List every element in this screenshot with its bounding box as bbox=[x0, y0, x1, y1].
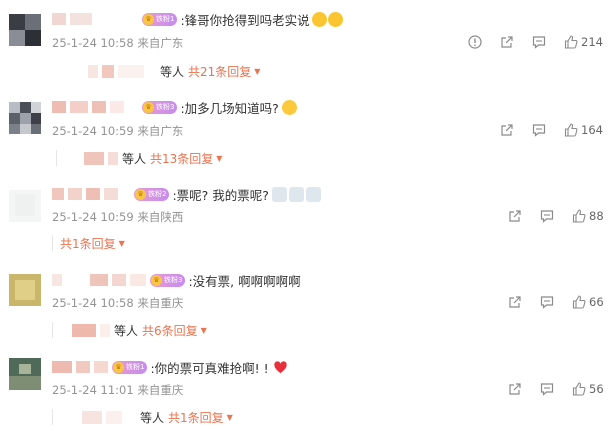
avatar[interactable] bbox=[9, 102, 41, 134]
comment-meta: 25-1-24 10:59 来自广东 bbox=[52, 124, 184, 138]
laughing-crying-emoji bbox=[327, 11, 343, 27]
comment-content: ♛ 铁粉3 :没有票, 啊啊啊啊啊 bbox=[52, 270, 301, 290]
avatar[interactable] bbox=[9, 274, 41, 306]
username[interactable] bbox=[52, 361, 72, 373]
thumbs-up-icon[interactable] bbox=[572, 209, 586, 223]
red-heart-emoji bbox=[273, 360, 288, 375]
comment-content: ♛ 铁粉1 :锋哥你抢得到吗老实说 bbox=[52, 9, 343, 29]
comment-meta: 25-1-24 10:58 来自广东 bbox=[52, 36, 184, 50]
reply-others: 等人 bbox=[140, 410, 165, 425]
fan-badge-icon: ♛ 铁粉1 bbox=[112, 360, 148, 374]
thumbs-up-icon[interactable] bbox=[564, 35, 578, 49]
comment-actions: 88 bbox=[508, 207, 604, 225]
microphone-emoji bbox=[271, 186, 287, 202]
fan-badge-icon: ♛ 铁粉1 bbox=[142, 12, 178, 26]
comment-meta: 25-1-24 10:59 来自陕西 bbox=[52, 210, 184, 224]
like-count: 56 bbox=[589, 382, 604, 396]
like-count: 164 bbox=[581, 123, 603, 137]
comment-text: :没有票, 啊啊啊啊啊 bbox=[188, 273, 301, 289]
reply-divider bbox=[52, 235, 53, 251]
comment-text: :票呢? 我的票呢? bbox=[172, 187, 269, 203]
microphone-emoji bbox=[288, 186, 304, 202]
reply-summary[interactable]: 等人 共21条回复 ▼ bbox=[88, 62, 260, 80]
like-count: 66 bbox=[589, 295, 604, 309]
comment-content: ♛ 铁粉3 :加多几场知道吗? bbox=[52, 97, 297, 117]
microphone-emoji bbox=[305, 186, 321, 202]
avatar[interactable] bbox=[9, 358, 41, 390]
chevron-down-icon[interactable]: ▼ bbox=[227, 413, 233, 422]
thumbs-up-icon[interactable] bbox=[572, 295, 586, 309]
avatar[interactable] bbox=[9, 190, 41, 222]
username[interactable] bbox=[52, 188, 64, 200]
fan-badge-icon: ♛ 铁粉3 bbox=[142, 100, 178, 114]
reply-summary[interactable]: 等人 共1条回复 ▼ bbox=[52, 408, 233, 426]
comment-item: ♛ 铁粉3 :没有票, 啊啊啊啊啊 25-1-24 10:58 来自重庆 66 等… bbox=[0, 256, 610, 344]
comment-actions: 56 bbox=[508, 380, 604, 398]
chevron-down-icon[interactable]: ▼ bbox=[254, 67, 260, 76]
comment-icon[interactable] bbox=[540, 382, 554, 396]
reply-divider bbox=[52, 409, 53, 425]
comment-text: :加多几场知道吗? bbox=[180, 100, 279, 116]
comment-text: :你的票可真难抢啊! ! bbox=[150, 360, 269, 376]
comment-item: ♛ 铁粉1 :你的票可真难抢啊! ! 25-1-24 11:01 来自重庆 56 … bbox=[0, 344, 610, 431]
forward-icon[interactable] bbox=[508, 382, 522, 396]
comment-item: ♛ 铁粉3 :加多几场知道吗? 25-1-24 10:59 来自广东 164 等人… bbox=[0, 88, 610, 176]
smile-emoji bbox=[281, 99, 297, 115]
reply-count[interactable]: 共13条回复 bbox=[150, 150, 213, 167]
thumbs-up-icon[interactable] bbox=[564, 123, 578, 137]
reply-others: 等人 bbox=[160, 64, 185, 79]
comment-actions: 164 bbox=[500, 121, 603, 139]
comment-meta: 25-1-24 10:58 来自重庆 bbox=[52, 296, 184, 310]
thumbs-up-icon[interactable] bbox=[572, 382, 586, 396]
fan-badge-icon: ♛ 铁粉3 bbox=[150, 273, 186, 287]
comment-icon[interactable] bbox=[540, 209, 554, 223]
username[interactable] bbox=[52, 101, 66, 113]
reply-summary[interactable]: 等人 共13条回复 ▼ bbox=[56, 149, 222, 167]
avatar[interactable] bbox=[9, 14, 41, 46]
reply-divider bbox=[52, 322, 53, 338]
laughing-crying-emoji bbox=[311, 11, 327, 27]
forward-icon[interactable] bbox=[508, 209, 522, 223]
username[interactable] bbox=[52, 13, 66, 25]
comment-text: :锋哥你抢得到吗老实说 bbox=[180, 12, 310, 28]
reply-count[interactable]: 共6条回复 bbox=[142, 322, 198, 339]
comment-item: ♛ 铁粉2 :票呢? 我的票呢? 25-1-24 10:59 来自陕西 88 共1… bbox=[0, 176, 610, 256]
username[interactable] bbox=[52, 274, 62, 286]
chevron-down-icon[interactable]: ▼ bbox=[119, 239, 125, 248]
comment-actions: 66 bbox=[508, 293, 604, 311]
forward-icon[interactable] bbox=[500, 123, 514, 137]
reply-summary[interactable]: 共1条回复 ▼ bbox=[52, 234, 125, 252]
comment-icon[interactable] bbox=[532, 123, 546, 137]
reply-summary[interactable]: 等人 共6条回复 ▼ bbox=[52, 321, 207, 339]
comment-icon[interactable] bbox=[540, 295, 554, 309]
reply-divider bbox=[56, 150, 57, 166]
fan-badge-icon: ♛ 铁粉2 bbox=[134, 187, 170, 201]
comment-content: ♛ 铁粉1 :你的票可真难抢啊! ! bbox=[52, 357, 288, 377]
comment-meta: 25-1-24 11:01 来自重庆 bbox=[52, 383, 184, 397]
reply-count[interactable]: 共1条回复 bbox=[60, 235, 116, 252]
reply-others: 等人 bbox=[122, 151, 147, 166]
reply-count[interactable]: 共1条回复 bbox=[168, 409, 224, 426]
like-count: 88 bbox=[589, 209, 604, 223]
reply-others: 等人 bbox=[114, 323, 139, 338]
comment-icon[interactable] bbox=[532, 35, 546, 49]
comment-content: ♛ 铁粉2 :票呢? 我的票呢? bbox=[52, 184, 321, 204]
like-count: 214 bbox=[581, 35, 603, 49]
chevron-down-icon[interactable]: ▼ bbox=[201, 326, 207, 335]
comment-item: ♛ 铁粉1 :锋哥你抢得到吗老实说 25-1-24 10:58 来自广东 214 … bbox=[0, 0, 610, 88]
comment-actions: 214 bbox=[468, 33, 603, 51]
chevron-down-icon[interactable]: ▼ bbox=[216, 154, 222, 163]
reply-count[interactable]: 共21条回复 bbox=[188, 63, 251, 80]
report-icon[interactable] bbox=[468, 35, 482, 49]
forward-icon[interactable] bbox=[508, 295, 522, 309]
forward-icon[interactable] bbox=[500, 35, 514, 49]
